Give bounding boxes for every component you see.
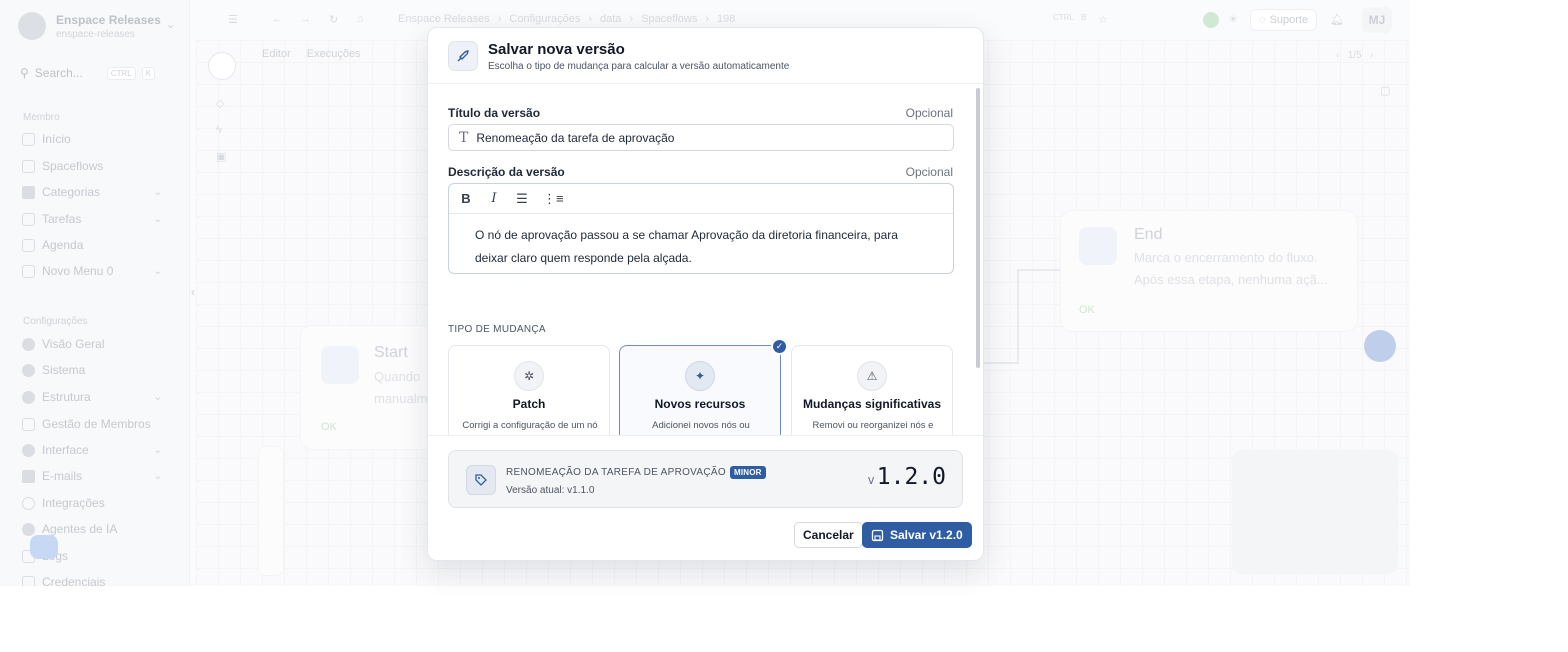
italic-icon[interactable]: I bbox=[487, 191, 501, 206]
save-button-label: Salvar v1.2.0 bbox=[890, 528, 963, 542]
card-title: Novos recursos bbox=[654, 397, 746, 411]
description-text[interactable]: O nó de aprovação passou a se chamar Apr… bbox=[475, 224, 925, 270]
editor-toolbar: B I ☰ ⋮≡ bbox=[449, 184, 953, 214]
sparkles-icon: ✦ bbox=[685, 361, 715, 391]
dialog-title: Salvar nova versão bbox=[488, 41, 625, 58]
current-version: Versão atual: v1.1.0 bbox=[506, 485, 595, 496]
dialog-body[interactable]: Título da versão Opcional T Renomeação d… bbox=[428, 85, 983, 435]
card-desc: Adicionei novos nós ou conexões ao fluxo… bbox=[634, 420, 769, 435]
floppy-icon bbox=[871, 529, 884, 541]
version-summary: RENOMEAÇÃO DA TAREFA DE APROVAÇÃO MINOR … bbox=[448, 450, 963, 508]
dialog-subtitle: Escolha o tipo de mudança para calcular … bbox=[488, 61, 790, 72]
summary-title-text: RENOMEAÇÃO DA TAREFA DE APROVAÇÃO bbox=[506, 467, 726, 478]
version-title-input[interactable]: T Renomeação da tarefa de aprovação bbox=[448, 124, 954, 151]
card-title: Patch bbox=[512, 397, 546, 411]
change-type-patch[interactable]: ✲ Patch Corrigi a configuração de um nó … bbox=[448, 345, 610, 435]
title-field-label: Título da versão bbox=[448, 106, 541, 120]
tag-icon bbox=[466, 465, 496, 495]
version-number: 1.2.0 bbox=[876, 464, 946, 490]
change-type-major[interactable]: ⚠ Mudanças significativas Removi ou reor… bbox=[791, 345, 953, 435]
save-button[interactable]: Salvar v1.2.0 bbox=[862, 522, 972, 548]
cancel-button[interactable]: Cancelar bbox=[794, 522, 863, 548]
change-type-label: TIPO DE MUDANÇA bbox=[448, 324, 546, 335]
bold-icon[interactable]: B bbox=[459, 191, 473, 206]
optional-label: Opcional bbox=[905, 165, 953, 179]
card-title: Mudanças significativas bbox=[802, 397, 942, 411]
summary-title: RENOMEAÇÃO DA TAREFA DE APROVAÇÃO MINOR bbox=[506, 466, 766, 479]
card-desc: Corrigi a configuração de um nó ou ajust… bbox=[462, 420, 598, 435]
save-version-dialog: Salvar nova versão Escolha o tipo de mud… bbox=[427, 27, 984, 561]
numbered-list-icon[interactable]: ⋮≡ bbox=[543, 191, 564, 207]
status-badge: MINOR bbox=[729, 466, 766, 479]
version-description-editor[interactable]: B I ☰ ⋮≡ O nó de aprovação passou a se c… bbox=[448, 183, 954, 274]
bug-icon: ✲ bbox=[514, 361, 544, 391]
dialog-scrollbar[interactable] bbox=[976, 88, 980, 368]
version-title-value: Renomeação da tarefa de aprovação bbox=[476, 130, 675, 145]
version-prefix: v bbox=[867, 473, 875, 487]
change-type-minor[interactable]: ✦ Novos recursos Adicionei novos nós ou … bbox=[619, 345, 781, 435]
description-field-label: Descrição da versão bbox=[448, 165, 565, 179]
text-icon: T bbox=[459, 129, 469, 146]
bullet-list-icon[interactable]: ☰ bbox=[515, 191, 529, 207]
new-version: v1.2.0 bbox=[868, 464, 946, 490]
dialog-header: Salvar nova versão Escolha o tipo de mud… bbox=[428, 28, 983, 84]
warning-icon: ⚠ bbox=[857, 361, 887, 391]
check-icon: ✓ bbox=[771, 338, 788, 355]
optional-label: Opcional bbox=[905, 106, 953, 120]
dialog-footer: RENOMEAÇÃO DA TAREFA DE APROVAÇÃO MINOR … bbox=[428, 435, 983, 560]
rocket-icon bbox=[448, 41, 478, 71]
card-desc: Removi ou reorganizei nós e conexões de … bbox=[806, 420, 941, 435]
